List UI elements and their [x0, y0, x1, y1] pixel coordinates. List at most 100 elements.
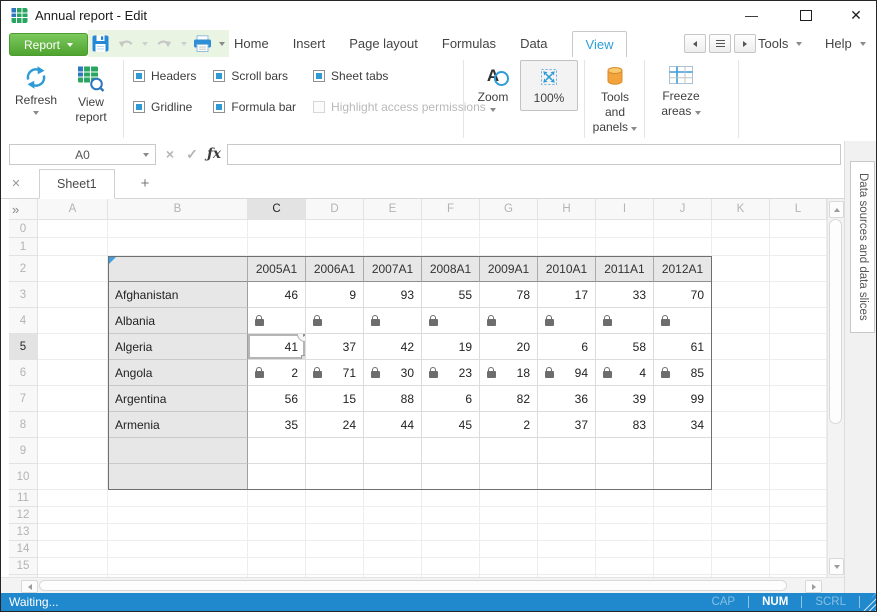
- column-header-i[interactable]: I: [596, 199, 654, 220]
- cell[interactable]: [480, 220, 538, 238]
- cell[interactable]: [538, 490, 596, 507]
- cell[interactable]: [770, 220, 827, 238]
- cell[interactable]: [480, 490, 538, 507]
- country-cell[interactable]: Albania: [108, 308, 248, 334]
- cell[interactable]: [770, 464, 827, 490]
- cell[interactable]: [596, 238, 654, 256]
- column-header-k[interactable]: K: [712, 199, 770, 220]
- cell[interactable]: [596, 524, 654, 541]
- cell[interactable]: [364, 558, 422, 575]
- table-empty-cell[interactable]: [654, 438, 712, 464]
- value-cell[interactable]: 17: [538, 282, 596, 308]
- checkbox-highlight-access-permissions[interactable]: Highlight access permissions: [313, 99, 486, 115]
- value-cell[interactable]: 6: [422, 386, 480, 412]
- column-header-h[interactable]: H: [538, 199, 596, 220]
- value-cell[interactable]: 2: [480, 412, 538, 438]
- checkbox-headers[interactable]: Headers: [133, 68, 196, 84]
- grid-corner[interactable]: »: [9, 199, 38, 220]
- cell-action-handle[interactable]: [297, 334, 306, 342]
- cell[interactable]: [712, 438, 770, 464]
- table-corner-cell[interactable]: [108, 256, 248, 282]
- table-year-header[interactable]: 2009A1: [480, 256, 538, 282]
- cell[interactable]: [108, 541, 248, 558]
- cell[interactable]: [306, 524, 364, 541]
- row-header-14[interactable]: 14: [9, 541, 38, 558]
- undo-button[interactable]: [113, 30, 138, 57]
- value-cell[interactable]: 35: [248, 412, 306, 438]
- table-empty-cell[interactable]: [596, 438, 654, 464]
- cell[interactable]: [654, 541, 712, 558]
- checkbox-icon[interactable]: [213, 70, 225, 82]
- refresh-button[interactable]: Refresh: [9, 61, 63, 115]
- value-cell[interactable]: 88: [364, 386, 422, 412]
- cell[interactable]: [248, 541, 306, 558]
- value-cell[interactable]: 2: [248, 360, 306, 386]
- fx-icon[interactable]: ƒx: [205, 141, 223, 169]
- cell[interactable]: [712, 541, 770, 558]
- table-empty-label-cell[interactable]: [108, 464, 248, 490]
- table-empty-label-cell[interactable]: [108, 438, 248, 464]
- cell[interactable]: [712, 308, 770, 334]
- data-sources-panel-tab[interactable]: Data sources and data slices: [850, 161, 875, 333]
- row-header-10[interactable]: 10: [9, 464, 38, 490]
- cell[interactable]: [364, 524, 422, 541]
- country-cell[interactable]: Angola: [108, 360, 248, 386]
- value-cell[interactable]: [654, 308, 712, 334]
- row-header-9[interactable]: 9: [9, 438, 38, 464]
- cell[interactable]: [248, 238, 306, 256]
- cell[interactable]: [422, 238, 480, 256]
- table-year-header[interactable]: 2007A1: [364, 256, 422, 282]
- cell[interactable]: [38, 490, 108, 507]
- cell[interactable]: [422, 524, 480, 541]
- value-cell[interactable]: 70: [654, 282, 712, 308]
- confirm-icon[interactable]: ✓: [183, 141, 201, 169]
- value-cell[interactable]: 56: [248, 386, 306, 412]
- row-header-11[interactable]: 11: [9, 490, 38, 507]
- value-cell[interactable]: 71: [306, 360, 364, 386]
- table-empty-cell[interactable]: [422, 464, 480, 490]
- sheet-tab-sheet1[interactable]: Sheet1: [39, 169, 115, 199]
- column-header-e[interactable]: E: [364, 199, 422, 220]
- value-cell[interactable]: 85: [654, 360, 712, 386]
- value-cell[interactable]: 99: [654, 386, 712, 412]
- cancel-icon[interactable]: ×: [161, 141, 179, 169]
- cell[interactable]: [770, 507, 827, 524]
- value-cell[interactable]: 34: [654, 412, 712, 438]
- view-report-button[interactable]: View report: [63, 61, 119, 125]
- value-cell[interactable]: 82: [480, 386, 538, 412]
- cell[interactable]: [306, 238, 364, 256]
- vertical-scrollbar-thumb[interactable]: [829, 219, 842, 424]
- cell[interactable]: [364, 541, 422, 558]
- cell[interactable]: [306, 541, 364, 558]
- cell[interactable]: [38, 558, 108, 575]
- country-cell[interactable]: Armenia: [108, 412, 248, 438]
- cell[interactable]: [712, 386, 770, 412]
- tab-view[interactable]: View: [572, 31, 628, 57]
- selected-cell[interactable]: 41: [248, 334, 306, 360]
- cell[interactable]: [248, 507, 306, 524]
- maximize-button[interactable]: [789, 1, 823, 30]
- zoom-100-button[interactable]: 100%: [520, 60, 578, 111]
- cell[interactable]: [38, 438, 108, 464]
- scroll-up-button[interactable]: [829, 201, 844, 218]
- print-dropdown-icon[interactable]: [215, 30, 229, 57]
- checkbox-icon[interactable]: [133, 101, 145, 113]
- value-cell[interactable]: [364, 308, 422, 334]
- row-header-13[interactable]: 13: [9, 524, 38, 541]
- cell[interactable]: [712, 490, 770, 507]
- cell[interactable]: [538, 541, 596, 558]
- cell[interactable]: [538, 507, 596, 524]
- cell[interactable]: [38, 334, 108, 360]
- column-header-a[interactable]: A: [38, 199, 108, 220]
- cell[interactable]: [108, 220, 248, 238]
- table-year-header[interactable]: 2005A1: [248, 256, 306, 282]
- table-year-header[interactable]: 2010A1: [538, 256, 596, 282]
- cell[interactable]: [38, 464, 108, 490]
- column-header-l[interactable]: L: [770, 199, 827, 220]
- close-sheet-icon[interactable]: ✕: [1, 169, 31, 198]
- cell[interactable]: [712, 524, 770, 541]
- table-empty-cell[interactable]: [538, 438, 596, 464]
- value-cell[interactable]: 37: [538, 412, 596, 438]
- value-cell[interactable]: 37: [306, 334, 364, 360]
- name-box[interactable]: A0: [9, 144, 156, 165]
